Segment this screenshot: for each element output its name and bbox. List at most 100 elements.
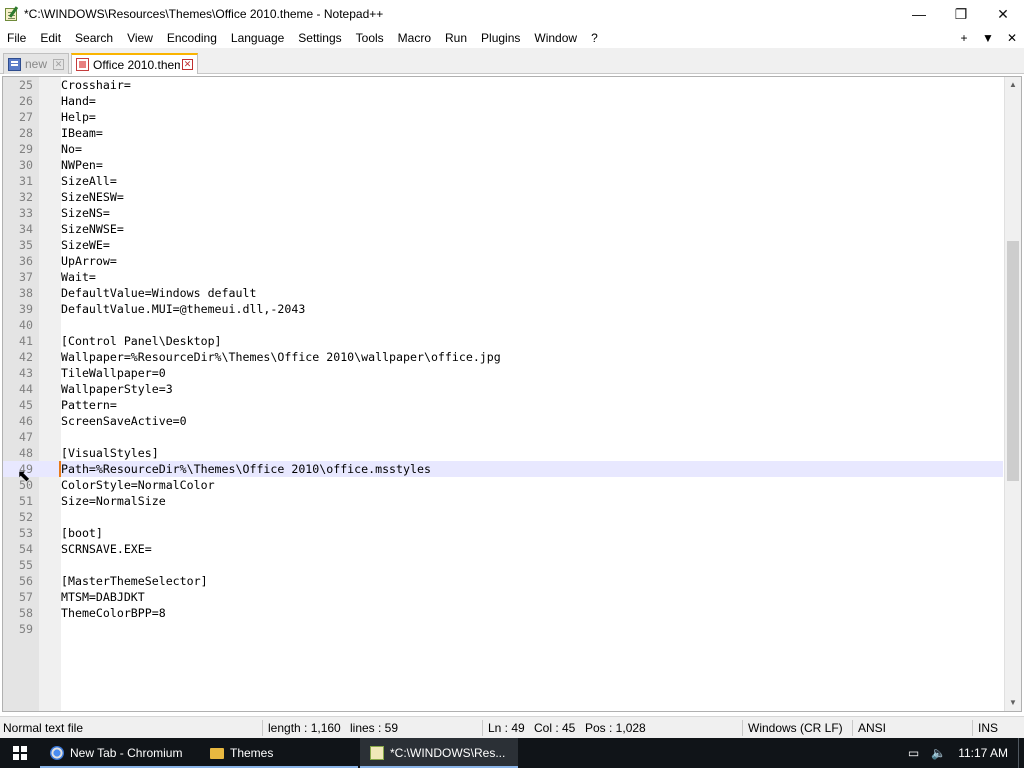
editor-line[interactable]: 25 Crosshair= [3, 77, 1003, 93]
editor-line[interactable]: 36 UpArrow= [3, 253, 1003, 269]
status-length: length : 1,160 [268, 721, 341, 735]
add-icon[interactable]: + [952, 31, 976, 45]
tab-close-icon[interactable]: ✕ [53, 58, 64, 70]
editor-line[interactable]: 53 [boot] [3, 525, 1003, 541]
system-tray: ▭ 🔈 11:17 AM [908, 738, 1024, 768]
editor-line[interactable]: 58 ThemeColorBPP=8 [3, 605, 1003, 621]
menu-language[interactable]: Language [224, 28, 291, 48]
line-number: 52 [19, 510, 33, 524]
editor-line[interactable]: 40 [3, 317, 1003, 333]
editor-line[interactable]: 38 DefaultValue=Windows default [3, 285, 1003, 301]
vertical-scrollbar[interactable]: ▲ ▼ [1004, 77, 1021, 711]
dropdown-icon[interactable]: ▼ [976, 31, 1000, 45]
status-divider [482, 720, 483, 736]
maximize-button[interactable]: ❐ [940, 0, 982, 28]
menu-edit[interactable]: Edit [33, 28, 68, 48]
menu-settings[interactable]: Settings [291, 28, 348, 48]
line-number: 44 [19, 382, 33, 396]
menu-help[interactable]: ? [584, 28, 605, 48]
scroll-up-icon[interactable]: ▲ [1005, 77, 1021, 93]
line-number: 51 [19, 494, 33, 508]
menu-view[interactable]: View [120, 28, 160, 48]
line-number: 29 [19, 142, 33, 156]
notepadpp-icon [4, 6, 20, 22]
editor-line[interactable]: 31 SizeAll= [3, 173, 1003, 189]
menu-tools[interactable]: Tools [349, 28, 391, 48]
editor-line[interactable]: 57 MTSM=DABJDKT [3, 589, 1003, 605]
notepadpp-icon [370, 746, 384, 760]
editor-line[interactable]: 47 [3, 429, 1003, 445]
menu-file[interactable]: File [0, 28, 33, 48]
editor-line[interactable]: 42 Wallpaper=%ResourceDir%\Themes\Office … [3, 349, 1003, 365]
menu-right-controls: + ▼ ✕ [952, 28, 1024, 48]
taskbar-item-themes[interactable]: Themes [200, 738, 358, 768]
close-button[interactable]: ✕ [982, 0, 1024, 28]
menu-plugins[interactable]: Plugins [474, 28, 527, 48]
editor-line[interactable]: 32 SizeNESW= [3, 189, 1003, 205]
taskbar-item-notepadpp[interactable]: *C:\WINDOWS\Res... [360, 738, 518, 768]
menu-run[interactable]: Run [438, 28, 474, 48]
scroll-down-icon[interactable]: ▼ [1005, 695, 1021, 711]
editor-line[interactable]: 49 Path=%ResourceDir%\Themes\Office 2010\… [3, 461, 1003, 477]
menu-bar: File Edit Search View Encoding Language … [0, 28, 1024, 48]
taskbar: New Tab - Chromium Themes *C:\WINDOWS\Re… [0, 738, 1024, 768]
line-text: SizeNWSE= [61, 222, 124, 236]
status-lines: lines : 59 [350, 721, 399, 735]
editor-line[interactable]: 54 SCRNSAVE.EXE= [3, 541, 1003, 557]
network-icon[interactable]: ▭ [908, 746, 919, 760]
status-insert-mode: INS [978, 721, 999, 735]
editor-line[interactable]: 48 [VisualStyles] [3, 445, 1003, 461]
line-text: Wallpaper=%ResourceDir%\Themes\Office 20… [61, 350, 501, 364]
start-button[interactable] [0, 738, 40, 768]
tab-close-icon[interactable]: ✕ [182, 59, 193, 70]
minimize-button[interactable]: — [898, 0, 940, 28]
editor-line[interactable]: 45 Pattern= [3, 397, 1003, 413]
editor-line[interactable]: 28 IBeam= [3, 125, 1003, 141]
editor-line[interactable]: 43 TileWallpaper=0 [3, 365, 1003, 381]
tab-office-2010-theme[interactable]: Office 2010.theme ✕ [71, 53, 198, 74]
editor-line[interactable]: 59 [3, 621, 1003, 637]
editor-line[interactable]: 30 NWPen= [3, 157, 1003, 173]
menu-window[interactable]: Window [527, 28, 584, 48]
line-text: IBeam= [61, 126, 103, 140]
window-title: *C:\WINDOWS\Resources\Themes\Office 2010… [24, 7, 384, 21]
line-text: ScreenSaveActive=0 [61, 414, 187, 428]
editor-line[interactable]: 52 [3, 509, 1003, 525]
menu-search[interactable]: Search [68, 28, 120, 48]
taskbar-item-chromium[interactable]: New Tab - Chromium [40, 738, 200, 768]
editor-line[interactable]: 55 [3, 557, 1003, 573]
editor-line[interactable]: 29 No= [3, 141, 1003, 157]
editor-line[interactable]: 33 SizeNS= [3, 205, 1003, 221]
editor-line[interactable]: 39 DefaultValue.MUI=@themeui.dll,-2043 [3, 301, 1003, 317]
editor-line[interactable]: 37 Wait= [3, 269, 1003, 285]
line-text: SCRNSAVE.EXE= [61, 542, 152, 556]
title-bar[interactable]: *C:\WINDOWS\Resources\Themes\Office 2010… [0, 0, 1024, 28]
line-text: ColorStyle=NormalColor [61, 478, 215, 492]
clock[interactable]: 11:17 AM [958, 746, 1008, 760]
scrollbar-thumb[interactable] [1007, 241, 1019, 481]
saved-file-icon [8, 57, 21, 71]
status-divider [852, 720, 853, 736]
editor-line[interactable]: 51 Size=NormalSize [3, 493, 1003, 509]
text-editor[interactable]: 25 Crosshair= 26 Hand= 27 Help= 28 IBeam= 29 No= 3… [2, 76, 1022, 712]
volume-icon[interactable]: 🔈 [931, 746, 946, 760]
editor-line[interactable]: 34 SizeNWSE= [3, 221, 1003, 237]
editor-line[interactable]: 26 Hand= [3, 93, 1003, 109]
line-number: 43 [19, 366, 33, 380]
menu-encoding[interactable]: Encoding [160, 28, 224, 48]
line-number: 47 [19, 430, 33, 444]
editor-line[interactable]: 44 WallpaperStyle=3 [3, 381, 1003, 397]
menu-macro[interactable]: Macro [391, 28, 438, 48]
editor-line[interactable]: 50 ColorStyle=NormalColor [3, 477, 1003, 493]
line-number: 33 [19, 206, 33, 220]
editor-line[interactable]: 27 Help= [3, 109, 1003, 125]
editor-line[interactable]: 41 [Control Panel\Desktop] [3, 333, 1003, 349]
show-desktop-button[interactable] [1018, 738, 1024, 768]
editor-line[interactable]: 56 [MasterThemeSelector] [3, 573, 1003, 589]
tab-new-1[interactable]: new 1 ✕ [3, 53, 69, 74]
close-doc-icon[interactable]: ✕ [1000, 31, 1024, 45]
editor-line[interactable]: 46 ScreenSaveActive=0 [3, 413, 1003, 429]
line-text: ThemeColorBPP=8 [61, 606, 166, 620]
editor-line[interactable]: 35 SizeWE= [3, 237, 1003, 253]
line-number: 36 [19, 254, 33, 268]
